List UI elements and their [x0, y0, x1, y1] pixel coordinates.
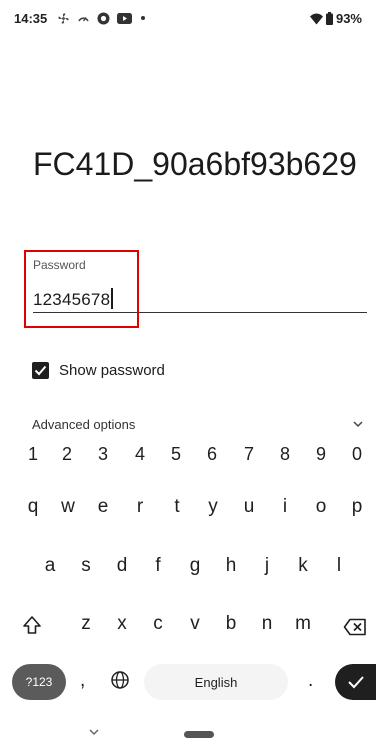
- key-q[interactable]: q: [18, 496, 48, 518]
- key-m[interactable]: m: [288, 613, 318, 635]
- key-o[interactable]: o: [306, 496, 336, 518]
- key-r[interactable]: r: [125, 496, 155, 518]
- key-s[interactable]: s: [71, 555, 101, 577]
- gauge-icon: [78, 16, 89, 21]
- home-gesture-pill[interactable]: [184, 731, 214, 738]
- youtube-icon: [117, 12, 132, 24]
- status-notification-icons: [57, 11, 147, 25]
- key-g[interactable]: g: [180, 555, 210, 577]
- period-key[interactable]: .: [308, 670, 313, 692]
- key-x[interactable]: x: [107, 613, 137, 635]
- key-b[interactable]: b: [216, 613, 246, 635]
- key-e[interactable]: e: [88, 496, 118, 518]
- key-z[interactable]: z: [71, 613, 101, 635]
- wifi-icon: [309, 13, 323, 24]
- key-l[interactable]: l: [324, 555, 354, 577]
- check-icon: [347, 676, 364, 689]
- enter-key[interactable]: [335, 664, 376, 700]
- battery-level: 93%: [335, 11, 362, 26]
- fan-icon: [58, 12, 69, 24]
- status-right: 93%: [309, 11, 362, 26]
- key-2[interactable]: 2: [52, 444, 82, 465]
- dot-icon: [141, 16, 145, 20]
- key-v[interactable]: v: [180, 613, 210, 635]
- key-j[interactable]: j: [252, 555, 282, 577]
- key-n[interactable]: n: [252, 613, 282, 635]
- key-0[interactable]: 0: [342, 444, 372, 465]
- key-p[interactable]: p: [342, 496, 372, 518]
- key-9[interactable]: 9: [306, 444, 336, 465]
- keyboard-hide-chevron-icon[interactable]: [87, 727, 101, 737]
- key-i[interactable]: i: [270, 496, 300, 518]
- backspace-icon[interactable]: [343, 618, 367, 636]
- headset-icon: [97, 12, 110, 24]
- key-1[interactable]: 1: [18, 444, 48, 465]
- key-6[interactable]: 6: [197, 444, 227, 465]
- chevron-down-icon[interactable]: [351, 417, 365, 431]
- key-4[interactable]: 4: [125, 444, 155, 465]
- key-f[interactable]: f: [143, 555, 173, 577]
- key-d[interactable]: d: [107, 555, 137, 577]
- key-a[interactable]: a: [35, 555, 65, 577]
- battery-icon: [325, 12, 333, 25]
- key-y[interactable]: y: [198, 496, 228, 518]
- key-7[interactable]: 7: [234, 444, 264, 465]
- advanced-options[interactable]: Advanced options: [32, 417, 135, 432]
- space-key[interactable]: English: [144, 664, 288, 700]
- show-password-toggle[interactable]: Show password: [32, 362, 165, 379]
- status-time: 14:35: [14, 11, 48, 26]
- key-5[interactable]: 5: [161, 444, 191, 465]
- highlight-box: [24, 250, 139, 328]
- key-k[interactable]: k: [288, 555, 318, 577]
- network-name: FC41D_90a6bf93b629: [33, 146, 357, 182]
- comma-key[interactable]: ,: [80, 670, 85, 692]
- shift-icon[interactable]: [22, 615, 42, 635]
- key-c[interactable]: c: [143, 613, 173, 635]
- key-u[interactable]: u: [234, 496, 264, 518]
- globe-icon[interactable]: [110, 670, 130, 690]
- key-t[interactable]: t: [162, 496, 192, 518]
- status-bar: 14:35 93%: [0, 0, 376, 34]
- show-password-label: Show password: [59, 362, 165, 379]
- key-8[interactable]: 8: [270, 444, 300, 465]
- key-3[interactable]: 3: [88, 444, 118, 465]
- symbols-key[interactable]: ?123: [12, 664, 66, 700]
- key-w[interactable]: w: [53, 496, 83, 518]
- checkmark-icon: [34, 365, 47, 376]
- key-h[interactable]: h: [216, 555, 246, 577]
- show-password-checkbox[interactable]: [32, 362, 49, 379]
